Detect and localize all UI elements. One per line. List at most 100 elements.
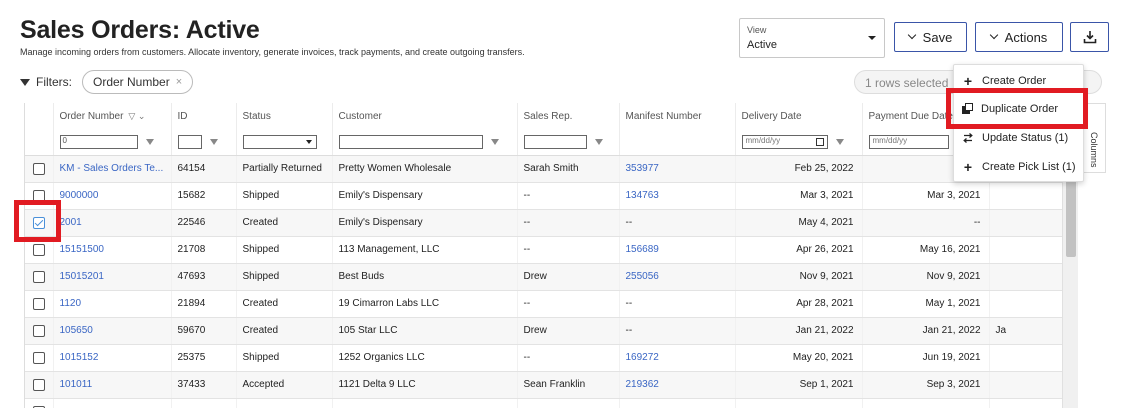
table-row[interactable]: 2001 22546 Created Emily's Dispensary -- -- Ma… <box>25 209 1062 237</box>
order-number-cell[interactable]: 105650 <box>53 317 172 345</box>
filter-icon[interactable] <box>835 138 844 145</box>
column-header-delivery-date[interactable]: Delivery Date <box>735 103 863 129</box>
manifest-cell[interactable]: 353977 <box>619 155 736 183</box>
filter-icon[interactable] <box>594 138 603 145</box>
filter-cell-sales-rep <box>517 129 620 156</box>
customer-filter-input[interactable] <box>338 134 483 149</box>
delivery-date-cell: Mar 3, 2021 <box>735 182 863 210</box>
column-header-order-number[interactable]: Order Number ▽ ⌄ <box>53 103 172 129</box>
payment-due-date-cell: -- <box>862 209 990 237</box>
order-number-cell[interactable]: 9000000 <box>53 182 172 210</box>
id-cell: 21708 <box>171 236 237 264</box>
filter-chip-order-number[interactable]: Order Number × <box>82 70 194 94</box>
order-number-filter-input[interactable]: 0 <box>59 134 138 149</box>
download-button[interactable] <box>1070 22 1109 52</box>
filter-icon[interactable] <box>145 138 154 145</box>
row-checkbox[interactable] <box>33 351 45 364</box>
status-cell <box>236 398 333 408</box>
extra-cell <box>989 236 1062 264</box>
row-select-cell <box>25 317 54 345</box>
extra-cell <box>989 209 1062 237</box>
delivery-date-cell <box>735 398 863 408</box>
table-row[interactable]: KM - Sales Orders Te... 64154 Partially Re… <box>25 155 1062 183</box>
customer-cell: 1252 Organics LLC <box>332 344 518 372</box>
payment-due-date-cell <box>862 398 990 408</box>
table-row[interactable]: 1015152 25375 Shipped 1252 Organics LLC -- 16… <box>25 344 1062 372</box>
save-button-label: Save <box>922 29 953 45</box>
table-row[interactable]: 9000000 15682 Shipped Emily's Dispensary -- 1… <box>25 182 1062 210</box>
row-checkbox[interactable] <box>33 162 45 175</box>
filters-bar: Filters: Order Number × <box>20 70 194 94</box>
manifest-cell[interactable]: 169272 <box>619 344 736 372</box>
menu-item-create-pick-list[interactable]: + Create Pick List (1) <box>954 153 1085 181</box>
table-row[interactable] <box>25 398 1062 408</box>
row-checkbox[interactable] <box>33 243 45 256</box>
order-number-cell[interactable]: 15151500 <box>53 236 172 264</box>
select-all-header <box>25 103 54 129</box>
filters-label: Filters: <box>36 75 72 89</box>
menu-item-label: Create Pick List (1) <box>982 161 1076 173</box>
table-row[interactable]: 105650 59670 Created 105 Star LLC Drew -- Jan … <box>25 317 1062 345</box>
payment-date-filter-input[interactable]: mm/dd/yy <box>868 134 949 149</box>
delivery-date-filter-input[interactable]: mm/dd/yy <box>741 134 828 149</box>
plus-icon: + <box>963 73 973 89</box>
payment-due-date-cell: Sep 3, 2021 <box>862 371 990 399</box>
save-button[interactable]: Save <box>894 22 967 52</box>
extra-cell <box>989 371 1062 399</box>
actions-button[interactable]: Actions <box>975 22 1063 52</box>
id-cell: 37433 <box>171 371 237 399</box>
row-checkbox[interactable] <box>33 270 45 283</box>
id-filter-input[interactable] <box>177 134 202 149</box>
orders-grid: Order Number ▽ ⌄ ID Status Customer Sales… <box>24 103 1062 408</box>
column-header-customer[interactable]: Customer <box>332 103 518 129</box>
id-cell: 64154 <box>171 155 237 183</box>
filter-icon[interactable] <box>209 138 218 145</box>
column-header-id[interactable]: ID <box>171 103 237 129</box>
table-row[interactable]: 101011 37433 Accepted 1121 Delta 9 LLC Sean … <box>25 371 1062 399</box>
payment-due-date-cell: Jan 21, 2022 <box>862 317 990 345</box>
customer-cell: 1121 Delta 9 LLC <box>332 371 518 399</box>
status-cell: Created <box>236 290 333 318</box>
row-select-cell <box>25 290 54 318</box>
row-checkbox[interactable] <box>33 378 45 391</box>
status-cell: Accepted <box>236 371 333 399</box>
id-cell: 15682 <box>171 182 237 210</box>
column-header-status[interactable]: Status <box>236 103 333 129</box>
order-number-cell[interactable]: 1120 <box>53 290 172 318</box>
table-row[interactable]: 1120 21894 Created 19 Cimarron Labs LLC -- --… <box>25 290 1062 318</box>
manifest-cell: -- <box>619 317 736 345</box>
order-number-cell[interactable]: 15015201 <box>53 263 172 291</box>
table-row[interactable]: 15015201 47693 Shipped Best Buds Drew 255056 N… <box>25 263 1062 291</box>
manifest-cell[interactable]: 134763 <box>619 182 736 210</box>
row-select-cell <box>25 155 54 183</box>
manifest-cell[interactable]: 219362 <box>619 371 736 399</box>
order-number-cell[interactable]: 2001 <box>53 209 172 237</box>
order-number-cell[interactable]: KM - Sales Orders Te... <box>53 155 172 183</box>
close-icon[interactable]: × <box>176 76 182 88</box>
delivery-date-cell: May 20, 2021 <box>735 344 863 372</box>
row-select-cell <box>25 371 54 399</box>
extra-cell <box>989 182 1062 210</box>
row-checkbox[interactable] <box>33 297 45 310</box>
manifest-cell[interactable]: 156689 <box>619 236 736 264</box>
plus-icon: + <box>963 159 973 175</box>
table-row[interactable]: 15151500 21708 Shipped 113 Management, LLC -… <box>25 236 1062 264</box>
status-cell: Created <box>236 209 333 237</box>
filter-cell-status <box>236 129 333 156</box>
manifest-cell <box>619 398 736 408</box>
sort-icon[interactable]: ▽ ⌄ <box>128 111 145 121</box>
payment-due-date-cell: Mar 3, 2021 <box>862 182 990 210</box>
manifest-cell[interactable]: 255056 <box>619 263 736 291</box>
status-filter-select[interactable] <box>242 134 317 149</box>
order-number-cell[interactable]: 1015152 <box>53 344 172 372</box>
sales-rep-filter-input[interactable] <box>523 134 587 149</box>
column-header-manifest-number[interactable]: Manifest Number <box>619 103 736 129</box>
filter-icon[interactable] <box>490 138 499 145</box>
row-checkbox[interactable] <box>33 324 45 337</box>
highlight-row-checkbox <box>14 200 61 242</box>
view-select[interactable]: View Active <box>739 18 885 58</box>
sales-rep-cell: Drew <box>517 317 620 345</box>
column-header-sales-rep[interactable]: Sales Rep. <box>517 103 620 129</box>
sales-rep-cell <box>517 398 620 408</box>
order-number-cell[interactable]: 101011 <box>53 371 172 399</box>
